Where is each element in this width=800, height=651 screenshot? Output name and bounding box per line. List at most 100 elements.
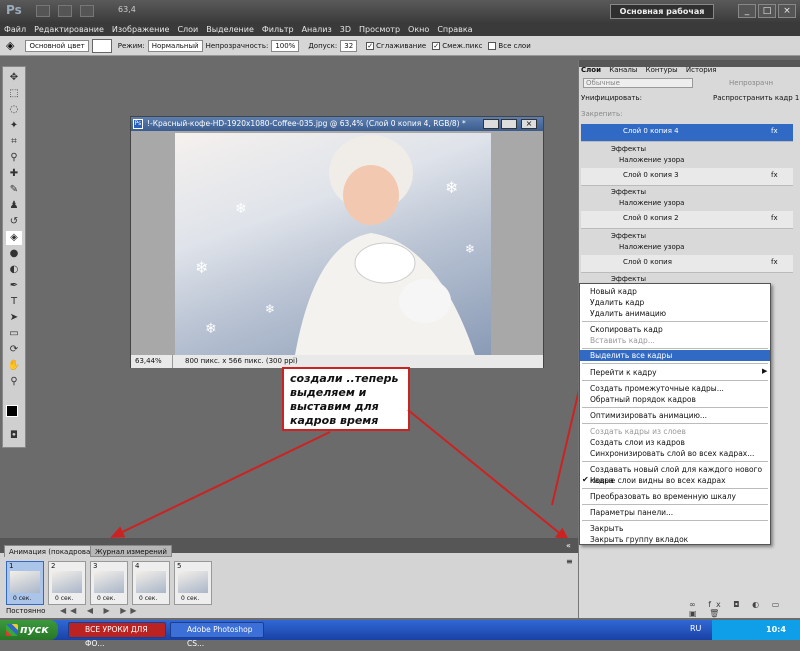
- mode-select[interactable]: Нормальный: [147, 39, 203, 52]
- marquee-tool-icon[interactable]: ⬚: [6, 87, 22, 101]
- menu-image[interactable]: Изображение: [112, 25, 170, 34]
- menu-flatten-frames-into-layers[interactable]: Создать слои из кадров: [580, 437, 770, 448]
- menu-copy-frame[interactable]: Скопировать кадр: [580, 324, 770, 335]
- contiguous-checkbox[interactable]: ✓: [432, 41, 441, 50]
- zoom-level[interactable]: 63,4: [118, 5, 136, 14]
- frame-delay[interactable]: 0 сек.: [13, 595, 31, 602]
- blur-tool-icon[interactable]: ●: [6, 247, 22, 261]
- paint-bucket-tool-icon[interactable]: ◈: [6, 231, 22, 245]
- magic-wand-tool-icon[interactable]: ✦: [6, 119, 22, 133]
- menu-new-layers-visible[interactable]: Новые слои видны во всех кадрах: [580, 475, 770, 486]
- minibridge-icon[interactable]: [58, 5, 72, 17]
- layer-row[interactable]: Слой 0 копия 4 fx: [581, 124, 793, 142]
- menu-layers[interactable]: Слои: [177, 25, 198, 34]
- animation-frame[interactable]: 40 сек.: [132, 561, 170, 605]
- pattern-swatch[interactable]: [91, 38, 112, 53]
- workspace-button[interactable]: Основная рабочая среда: [610, 4, 714, 29]
- propagate-frame-checkbox[interactable]: Распространить кадр 1: [713, 94, 799, 102]
- animation-frame[interactable]: 50 сек.: [174, 561, 212, 605]
- tab-animation[interactable]: Анимация (покадровая): [4, 545, 103, 557]
- menu-go-to-frame[interactable]: Перейти к кадру: [580, 367, 770, 378]
- quick-mask-icon[interactable]: ◘: [6, 429, 22, 443]
- 3d-rotate-tool-icon[interactable]: ⟳: [6, 343, 22, 357]
- zoom-tool-icon[interactable]: ⚲: [6, 375, 22, 389]
- brush-tool-icon[interactable]: ✎: [6, 183, 22, 197]
- layer-buttons[interactable]: ∞ fx ◘ ◐ ▭ ▣ 🗑: [689, 600, 800, 618]
- taskbar-item-opera[interactable]: ВСЕ УРОКИ ДЛЯ ФО...: [68, 622, 166, 648]
- menu-select[interactable]: Выделение: [206, 25, 254, 34]
- blend-mode-select[interactable]: Обычные: [583, 78, 693, 88]
- extras-icon[interactable]: [80, 5, 94, 17]
- dodge-tool-icon[interactable]: ◐: [6, 263, 22, 277]
- healing-tool-icon[interactable]: ✚: [6, 167, 22, 181]
- menu-tween[interactable]: Создать промежуточные кадры...: [580, 383, 770, 394]
- menu-analysis[interactable]: Анализ: [302, 25, 332, 34]
- frame-delay[interactable]: 0 сек.: [55, 595, 73, 602]
- clock[interactable]: 10:4: [766, 625, 786, 634]
- menu-reverse-frames[interactable]: Обратный порядок кадров: [580, 394, 770, 405]
- language-indicator[interactable]: RU: [690, 624, 701, 633]
- bridge-icon[interactable]: [36, 5, 50, 17]
- hand-tool-icon[interactable]: ✋: [6, 359, 22, 373]
- layer-row[interactable]: Слой 0 копия 3 fx: [581, 168, 793, 186]
- menu-make-frames-from-layers[interactable]: Создать кадры из слоев: [580, 426, 770, 437]
- menu-optimize-animation[interactable]: Оптимизировать анимацию...: [580, 410, 770, 421]
- paint-bucket-icon[interactable]: ◈: [6, 39, 14, 52]
- crop-tool-icon[interactable]: ⌗: [6, 135, 22, 149]
- menu-filter[interactable]: Фильтр: [262, 25, 294, 34]
- menu-3d[interactable]: 3D: [340, 25, 351, 34]
- antialias-checkbox[interactable]: ✓: [366, 41, 375, 50]
- maximize-button[interactable]: □: [758, 4, 776, 18]
- panel-menu-icon[interactable]: ≡: [566, 557, 573, 566]
- animation-frame[interactable]: 30 сек.: [90, 561, 128, 605]
- document-title[interactable]: !-Красный-кофе-HD-1920x1080-Coffee-035.j…: [131, 117, 543, 131]
- menu-close-tab-group[interactable]: Закрыть группу вкладок: [580, 534, 770, 545]
- layer-row[interactable]: Слой 0 копия 2 fx: [581, 211, 793, 229]
- frame-delay[interactable]: 0 сек.: [139, 595, 157, 602]
- all-layers-checkbox[interactable]: [488, 41, 497, 50]
- pen-tool-icon[interactable]: ✒: [6, 279, 22, 293]
- eyedropper-tool-icon[interactable]: ⚲: [6, 151, 22, 165]
- playback-controls[interactable]: ◀◀ ◀ ▶ ▶▶: [60, 606, 141, 615]
- menu-new-layer-per-frame[interactable]: Создавать новый слой для каждого нового …: [580, 464, 770, 485]
- frame-delay[interactable]: 0 сек.: [181, 595, 199, 602]
- menu-select-all-frames[interactable]: Выделить все кадры: [580, 350, 770, 361]
- image-canvas[interactable]: ❄ ❄ ❄ ❄ ❄ ❄: [175, 133, 491, 355]
- opacity-input[interactable]: 100%: [271, 39, 300, 52]
- lasso-tool-icon[interactable]: ◌: [6, 103, 22, 117]
- tab-layers[interactable]: Слои: [581, 66, 601, 74]
- doc-close-button[interactable]: ×: [521, 119, 537, 129]
- menu-new-frame[interactable]: Новый кадр: [580, 286, 770, 297]
- path-select-tool-icon[interactable]: ➤: [6, 311, 22, 325]
- loop-select[interactable]: Постоянно: [6, 607, 45, 615]
- minimize-button[interactable]: _: [738, 4, 756, 18]
- collapse-panel-icon[interactable]: «: [566, 541, 571, 550]
- menu-close[interactable]: Закрыть: [580, 523, 770, 534]
- doc-restore-button[interactable]: [501, 119, 517, 129]
- menu-window[interactable]: Окно: [408, 25, 429, 34]
- menu-edit[interactable]: Редактирование: [34, 25, 104, 34]
- menu-panel-options[interactable]: Параметры панели...: [580, 507, 770, 518]
- close-button[interactable]: ×: [778, 4, 796, 18]
- menu-match-layer[interactable]: Синхронизировать слой во всех кадрах...: [580, 448, 770, 459]
- stamp-tool-icon[interactable]: ♟: [6, 199, 22, 213]
- menu-file[interactable]: Файл: [4, 25, 26, 34]
- taskbar-item-photoshop[interactable]: Adobe Photoshop CS...: [170, 622, 264, 648]
- animation-frame[interactable]: 20 сек.: [48, 561, 86, 605]
- tab-history[interactable]: История: [686, 66, 717, 74]
- animation-frame[interactable]: 10 сек.: [6, 561, 44, 605]
- move-tool-icon[interactable]: ✥: [6, 71, 22, 85]
- history-brush-tool-icon[interactable]: ↺: [6, 215, 22, 229]
- tab-measurement-log[interactable]: Журнал измерений: [90, 545, 172, 557]
- shape-tool-icon[interactable]: ▭: [6, 327, 22, 341]
- doc-zoom-field[interactable]: 63,44%: [133, 355, 173, 368]
- foreground-color-swatch[interactable]: [6, 405, 18, 417]
- menu-delete-frame[interactable]: Удалить кадр: [580, 297, 770, 308]
- menu-help[interactable]: Справка: [437, 25, 472, 34]
- layer-row[interactable]: Слой 0 копия fx: [581, 255, 793, 273]
- fill-source-select[interactable]: Основной цвет: [25, 39, 89, 52]
- doc-info[interactable]: 800 пикс. x 566 пикс. (300 ppi): [185, 355, 298, 368]
- frame-delay[interactable]: 0 сек.: [97, 595, 115, 602]
- tab-paths[interactable]: Контуры: [646, 66, 678, 74]
- menu-delete-animation[interactable]: Удалить анимацию: [580, 308, 770, 319]
